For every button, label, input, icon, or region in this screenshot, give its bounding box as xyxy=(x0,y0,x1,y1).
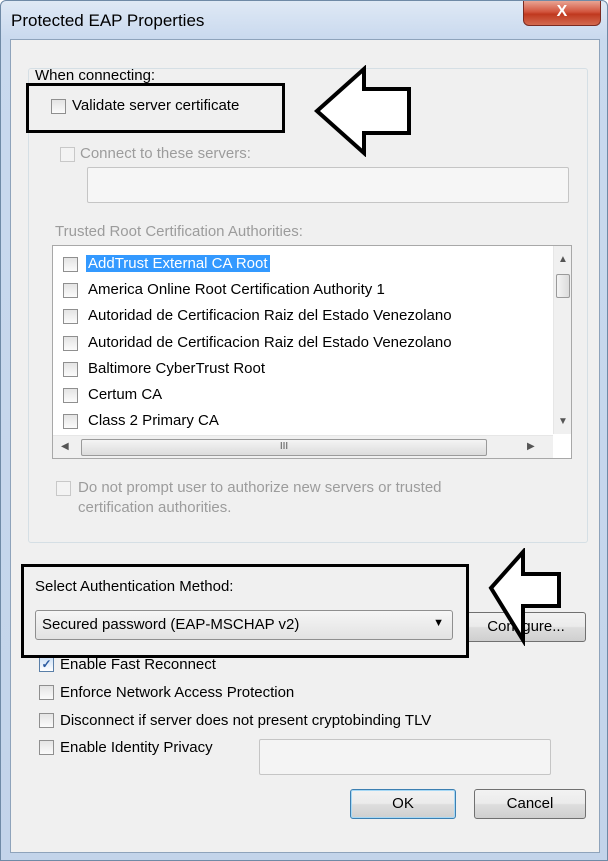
scroll-down-icon[interactable]: ▼ xyxy=(558,416,568,427)
fast-reconnect-label: Enable Fast Reconnect xyxy=(60,656,216,673)
list-item[interactable]: Baltimore CyberTrust Root xyxy=(53,356,538,382)
annotation-highlight-box xyxy=(26,83,285,133)
ca-checkbox[interactable] xyxy=(63,257,78,272)
list-item[interactable]: Autoridad de Certificacion Raiz del Esta… xyxy=(53,330,538,356)
ca-checkbox[interactable] xyxy=(63,362,78,377)
ca-checkbox[interactable] xyxy=(63,388,78,403)
horizontal-scrollbar[interactable]: ◀ III ▶ xyxy=(53,435,553,458)
cryptobinding-checkbox[interactable] xyxy=(39,713,54,728)
close-button[interactable]: X xyxy=(523,1,601,26)
identity-privacy-input[interactable] xyxy=(259,739,551,775)
scroll-grip: III xyxy=(279,441,289,452)
connect-servers-checkbox[interactable] xyxy=(60,147,75,162)
list-item[interactable]: Class 2 Primary CA xyxy=(53,408,538,434)
trusted-ca-listbox[interactable]: AddTrust External CA Root America Online… xyxy=(52,245,572,459)
ca-label: Autoridad de Certificacion Raiz del Esta… xyxy=(88,334,452,351)
do-not-prompt-checkbox[interactable] xyxy=(56,481,71,496)
ca-label: America Online Root Certification Author… xyxy=(88,281,385,298)
cancel-button[interactable]: Cancel xyxy=(474,789,586,819)
identity-privacy-label: Enable Identity Privacy xyxy=(60,739,213,756)
ok-button[interactable]: OK xyxy=(350,789,456,819)
scroll-left-icon[interactable]: ◀ xyxy=(61,441,69,452)
annotation-highlight-box xyxy=(21,564,469,658)
fast-reconnect-checkbox[interactable]: ✓ xyxy=(39,657,54,672)
connect-servers-label: Connect to these servers: xyxy=(80,145,251,162)
nap-checkbox[interactable] xyxy=(39,685,54,700)
ca-label: Class 2 Primary CA xyxy=(88,412,219,429)
identity-privacy-checkbox[interactable] xyxy=(39,740,54,755)
list-item[interactable]: Autoridad de Certificacion Raiz del Esta… xyxy=(53,303,538,329)
servers-input[interactable] xyxy=(87,167,569,203)
ca-label: AddTrust External CA Root xyxy=(86,255,270,272)
close-icon: X xyxy=(556,3,568,20)
checkmark-icon: ✓ xyxy=(41,657,52,671)
trusted-ca-label: Trusted Root Certification Authorities: xyxy=(55,223,303,240)
ca-label: Baltimore CyberTrust Root xyxy=(88,360,265,377)
do-not-prompt-label-line2: certification authorities. xyxy=(78,499,232,516)
annotation-arrow-icon xyxy=(313,65,411,157)
ca-checkbox[interactable] xyxy=(63,414,78,429)
list-item[interactable]: AddTrust External CA Root xyxy=(53,251,538,277)
vertical-scrollbar[interactable]: ▲ ▼ xyxy=(553,246,571,434)
annotation-arrow-icon xyxy=(488,548,561,646)
scroll-right-icon[interactable]: ▶ xyxy=(527,441,535,452)
scroll-up-icon[interactable]: ▲ xyxy=(558,254,568,265)
title-bar[interactable]: Protected EAP Properties X xyxy=(1,1,607,39)
list-item[interactable]: America Online Root Certification Author… xyxy=(53,277,538,303)
list-item[interactable]: Certum CA xyxy=(53,382,538,408)
do-not-prompt-label-line1: Do not prompt user to authorize new serv… xyxy=(78,479,442,496)
dialog-window: Protected EAP Properties X When connecti… xyxy=(0,0,608,861)
nap-label: Enforce Network Access Protection xyxy=(60,684,295,701)
horizontal-scroll-thumb[interactable]: III xyxy=(81,439,487,456)
cryptobinding-label: Disconnect if server does not present cr… xyxy=(60,712,432,729)
ca-checkbox[interactable] xyxy=(63,283,78,298)
window-title: Protected EAP Properties xyxy=(11,11,205,30)
ca-checkbox[interactable] xyxy=(63,309,78,324)
ca-label: Certum CA xyxy=(88,386,163,403)
ca-label: Autoridad de Certificacion Raiz del Esta… xyxy=(88,307,452,324)
ca-checkbox[interactable] xyxy=(63,336,78,351)
vertical-scroll-thumb[interactable] xyxy=(556,274,570,298)
